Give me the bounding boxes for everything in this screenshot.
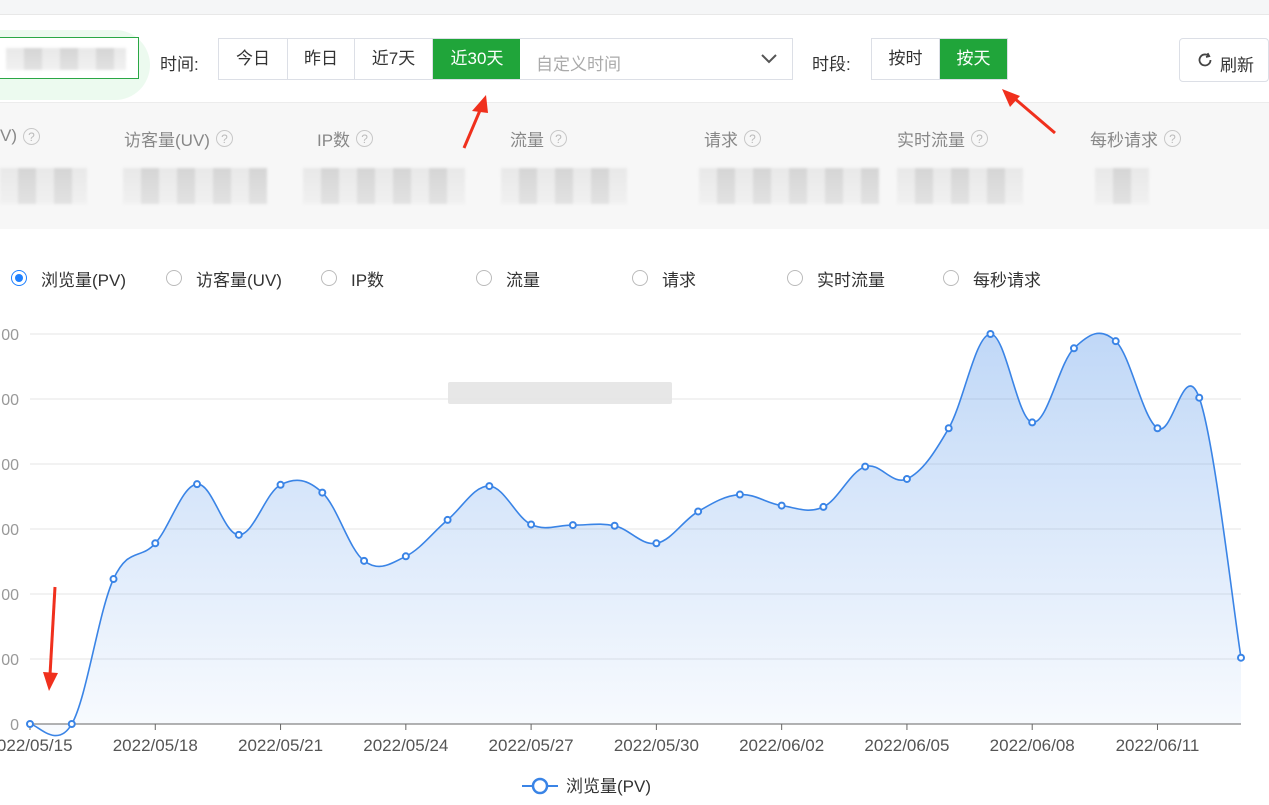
red-arrow-icon: [1002, 89, 1056, 135]
annotation-arrows: [43, 89, 1056, 691]
red-arrow-icon: [43, 586, 58, 691]
red-arrow-icon: [462, 95, 488, 149]
